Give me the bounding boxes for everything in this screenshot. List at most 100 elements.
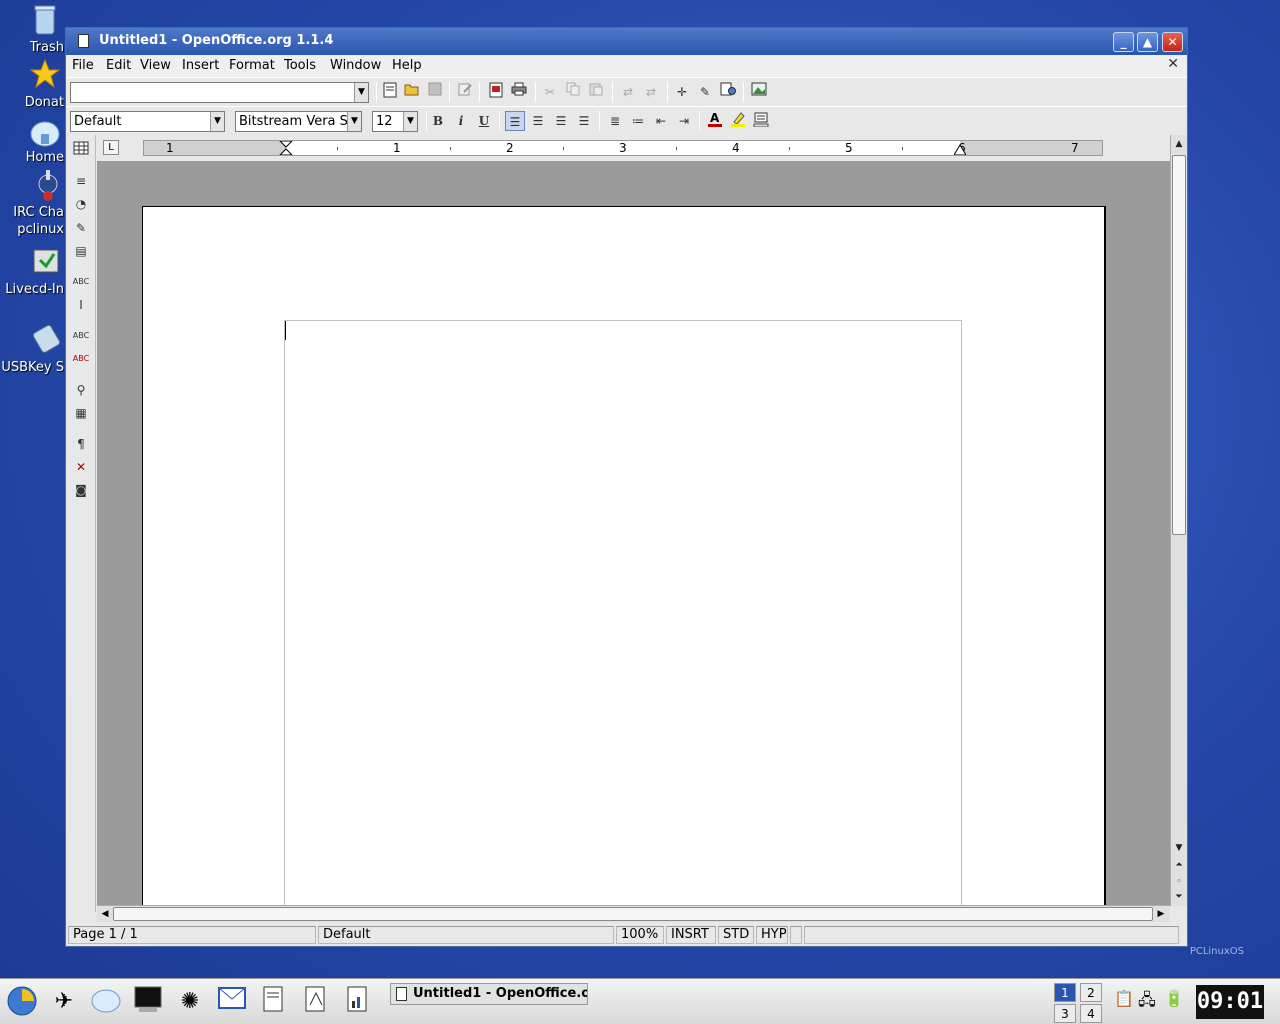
- launcher-terminal[interactable]: [130, 985, 166, 1019]
- chevron-down-icon[interactable]: ▼: [354, 83, 368, 102]
- previous-page-button[interactable]: ⏶: [1172, 858, 1186, 873]
- scroll-right-button[interactable]: ▶: [1154, 907, 1168, 921]
- zoom-indicator[interactable]: 100%: [616, 926, 664, 944]
- spellcheck-button[interactable]: ABC: [71, 326, 91, 346]
- italic-button[interactable]: i: [451, 111, 471, 131]
- edit-file-button[interactable]: [455, 82, 475, 102]
- desktop-icon-livecd-install[interactable]: Livecd-In: [0, 246, 64, 302]
- gallery-button[interactable]: [749, 82, 769, 102]
- launcher-impress[interactable]: [298, 985, 334, 1019]
- highlight-button[interactable]: [728, 111, 748, 131]
- cut-button[interactable]: ✂: [540, 82, 560, 102]
- save-button[interactable]: [425, 82, 445, 102]
- clock[interactable]: 09:01: [1196, 985, 1264, 1019]
- form-functions-button[interactable]: ▤: [71, 241, 91, 261]
- selection-mode-indicator[interactable]: STD: [718, 926, 754, 944]
- direct-cursor-button[interactable]: Ι: [71, 295, 91, 315]
- auto-spellcheck-button[interactable]: ABC: [71, 349, 91, 369]
- left-indent-marker[interactable]: [279, 141, 293, 155]
- menu-insert[interactable]: Insert: [182, 58, 219, 73]
- show-draw-functions-button[interactable]: ✎: [71, 218, 91, 238]
- close-button[interactable]: ✕: [1162, 32, 1183, 52]
- increase-indent-button[interactable]: ⇥: [674, 111, 694, 131]
- launcher-calc[interactable]: [340, 985, 376, 1019]
- clipboard-tray-icon[interactable]: 📋: [1114, 989, 1134, 1008]
- desktop-1-button[interactable]: 1: [1054, 983, 1076, 1002]
- next-page-button[interactable]: ⏷: [1172, 890, 1186, 905]
- scroll-up-button[interactable]: ▲: [1172, 137, 1186, 152]
- bold-button[interactable]: B: [428, 111, 448, 131]
- document-page[interactable]: [142, 206, 1106, 905]
- align-left-button[interactable]: ☰: [505, 111, 525, 131]
- page-indicator[interactable]: Page 1 / 1: [68, 926, 316, 944]
- navigation-button[interactable]: ◦: [1172, 875, 1186, 890]
- print-button[interactable]: [509, 82, 529, 102]
- navigator-button[interactable]: ✛: [672, 82, 692, 102]
- start-menu-button[interactable]: [4, 985, 40, 1019]
- background-color-button[interactable]: [751, 111, 771, 131]
- desktop-icon-usbkey[interactable]: USBKey S: [0, 322, 64, 378]
- font-name-select[interactable]: Bitstream Vera Se ▼: [235, 111, 362, 132]
- new-document-button[interactable]: [380, 82, 400, 102]
- menu-format[interactable]: Format: [229, 58, 275, 73]
- paragraph-style-select[interactable]: Default ▼: [70, 111, 225, 132]
- tab-type-selector[interactable]: L: [103, 140, 119, 155]
- desktop-icon-trash[interactable]: Trash: [0, 4, 64, 60]
- maximize-button[interactable]: ▲: [1137, 32, 1158, 52]
- undo-button[interactable]: ⇄: [618, 82, 638, 102]
- battery-tray-icon[interactable]: 🔋: [1164, 989, 1184, 1008]
- chevron-down-icon[interactable]: ▼: [403, 112, 417, 131]
- text-boundaries[interactable]: [284, 320, 962, 905]
- taskbar-item-writer[interactable]: Untitled1 - OpenOffice.o: [390, 983, 588, 1005]
- page-style-indicator[interactable]: Default: [318, 926, 614, 944]
- launcher-browser[interactable]: ✺: [172, 985, 208, 1019]
- document-area[interactable]: [97, 161, 1170, 905]
- font-color-button[interactable]: A: [705, 111, 725, 131]
- vertical-scroll-thumb[interactable]: [1172, 155, 1186, 535]
- redo-button[interactable]: ⇄: [641, 82, 661, 102]
- menu-view[interactable]: View: [140, 58, 171, 73]
- chevron-down-icon[interactable]: ▼: [347, 112, 361, 131]
- desktop-icon-irc[interactable]: IRC Cha pclinux: [0, 170, 64, 242]
- desktop-3-button[interactable]: 3: [1054, 1004, 1076, 1023]
- minimize-button[interactable]: _: [1113, 32, 1134, 52]
- bullets-button[interactable]: ≔: [628, 111, 648, 131]
- close-document-button[interactable]: ✕: [1167, 56, 1179, 72]
- desktop-4-button[interactable]: 4: [1080, 1004, 1102, 1023]
- scroll-down-button[interactable]: ▼: [1172, 841, 1186, 856]
- online-layout-button[interactable]: ◙: [71, 480, 91, 500]
- nonprinting-characters-button[interactable]: ¶: [71, 434, 91, 454]
- launcher-mail[interactable]: [214, 985, 250, 1019]
- data-sources-panel-button[interactable]: ▦: [71, 403, 91, 423]
- decrease-indent-button[interactable]: ⇤: [651, 111, 671, 131]
- export-pdf-button[interactable]: [486, 82, 506, 102]
- desktop-icon-donate[interactable]: Donat: [0, 58, 64, 114]
- desktop-2-button[interactable]: 2: [1080, 983, 1102, 1002]
- desktop-icon-home[interactable]: Home: [0, 116, 64, 172]
- copy-button[interactable]: [563, 82, 583, 102]
- menu-window[interactable]: Window: [330, 58, 381, 73]
- menu-tools[interactable]: Tools: [284, 58, 316, 73]
- insert-fields-button[interactable]: ≡: [71, 171, 91, 191]
- stylist-button[interactable]: ✎: [695, 82, 715, 102]
- open-button[interactable]: [402, 82, 422, 102]
- justify-button[interactable]: ☰: [574, 111, 594, 131]
- graphics-off-button[interactable]: ✕: [71, 457, 91, 477]
- paste-button[interactable]: [586, 82, 606, 102]
- find-replace-button[interactable]: ⚲: [71, 380, 91, 400]
- document-modified-indicator[interactable]: [790, 926, 802, 944]
- window-titlebar[interactable]: Untitled1 - OpenOffice.org 1.1.4 _ ▲ ✕: [66, 28, 1187, 55]
- font-size-select[interactable]: 12 ▼: [372, 111, 418, 132]
- vertical-scrollbar[interactable]: ▲ ▼ ⏶ ◦ ⏷: [1170, 135, 1187, 906]
- launcher-home[interactable]: [88, 985, 124, 1019]
- chevron-down-icon[interactable]: ▼: [210, 112, 224, 131]
- align-center-button[interactable]: ☰: [528, 111, 548, 131]
- horizontal-scroll-thumb[interactable]: [113, 907, 1153, 921]
- align-right-button[interactable]: ☰: [551, 111, 571, 131]
- insert-table-button[interactable]: [71, 141, 91, 161]
- numbering-button[interactable]: ≣: [605, 111, 625, 131]
- menu-help[interactable]: Help: [392, 58, 422, 73]
- hyphenation-indicator[interactable]: HYP: [756, 926, 788, 944]
- right-indent-marker[interactable]: [954, 145, 966, 155]
- horizontal-ruler[interactable]: 1 1 2 3 4 5 6 7: [143, 140, 1103, 156]
